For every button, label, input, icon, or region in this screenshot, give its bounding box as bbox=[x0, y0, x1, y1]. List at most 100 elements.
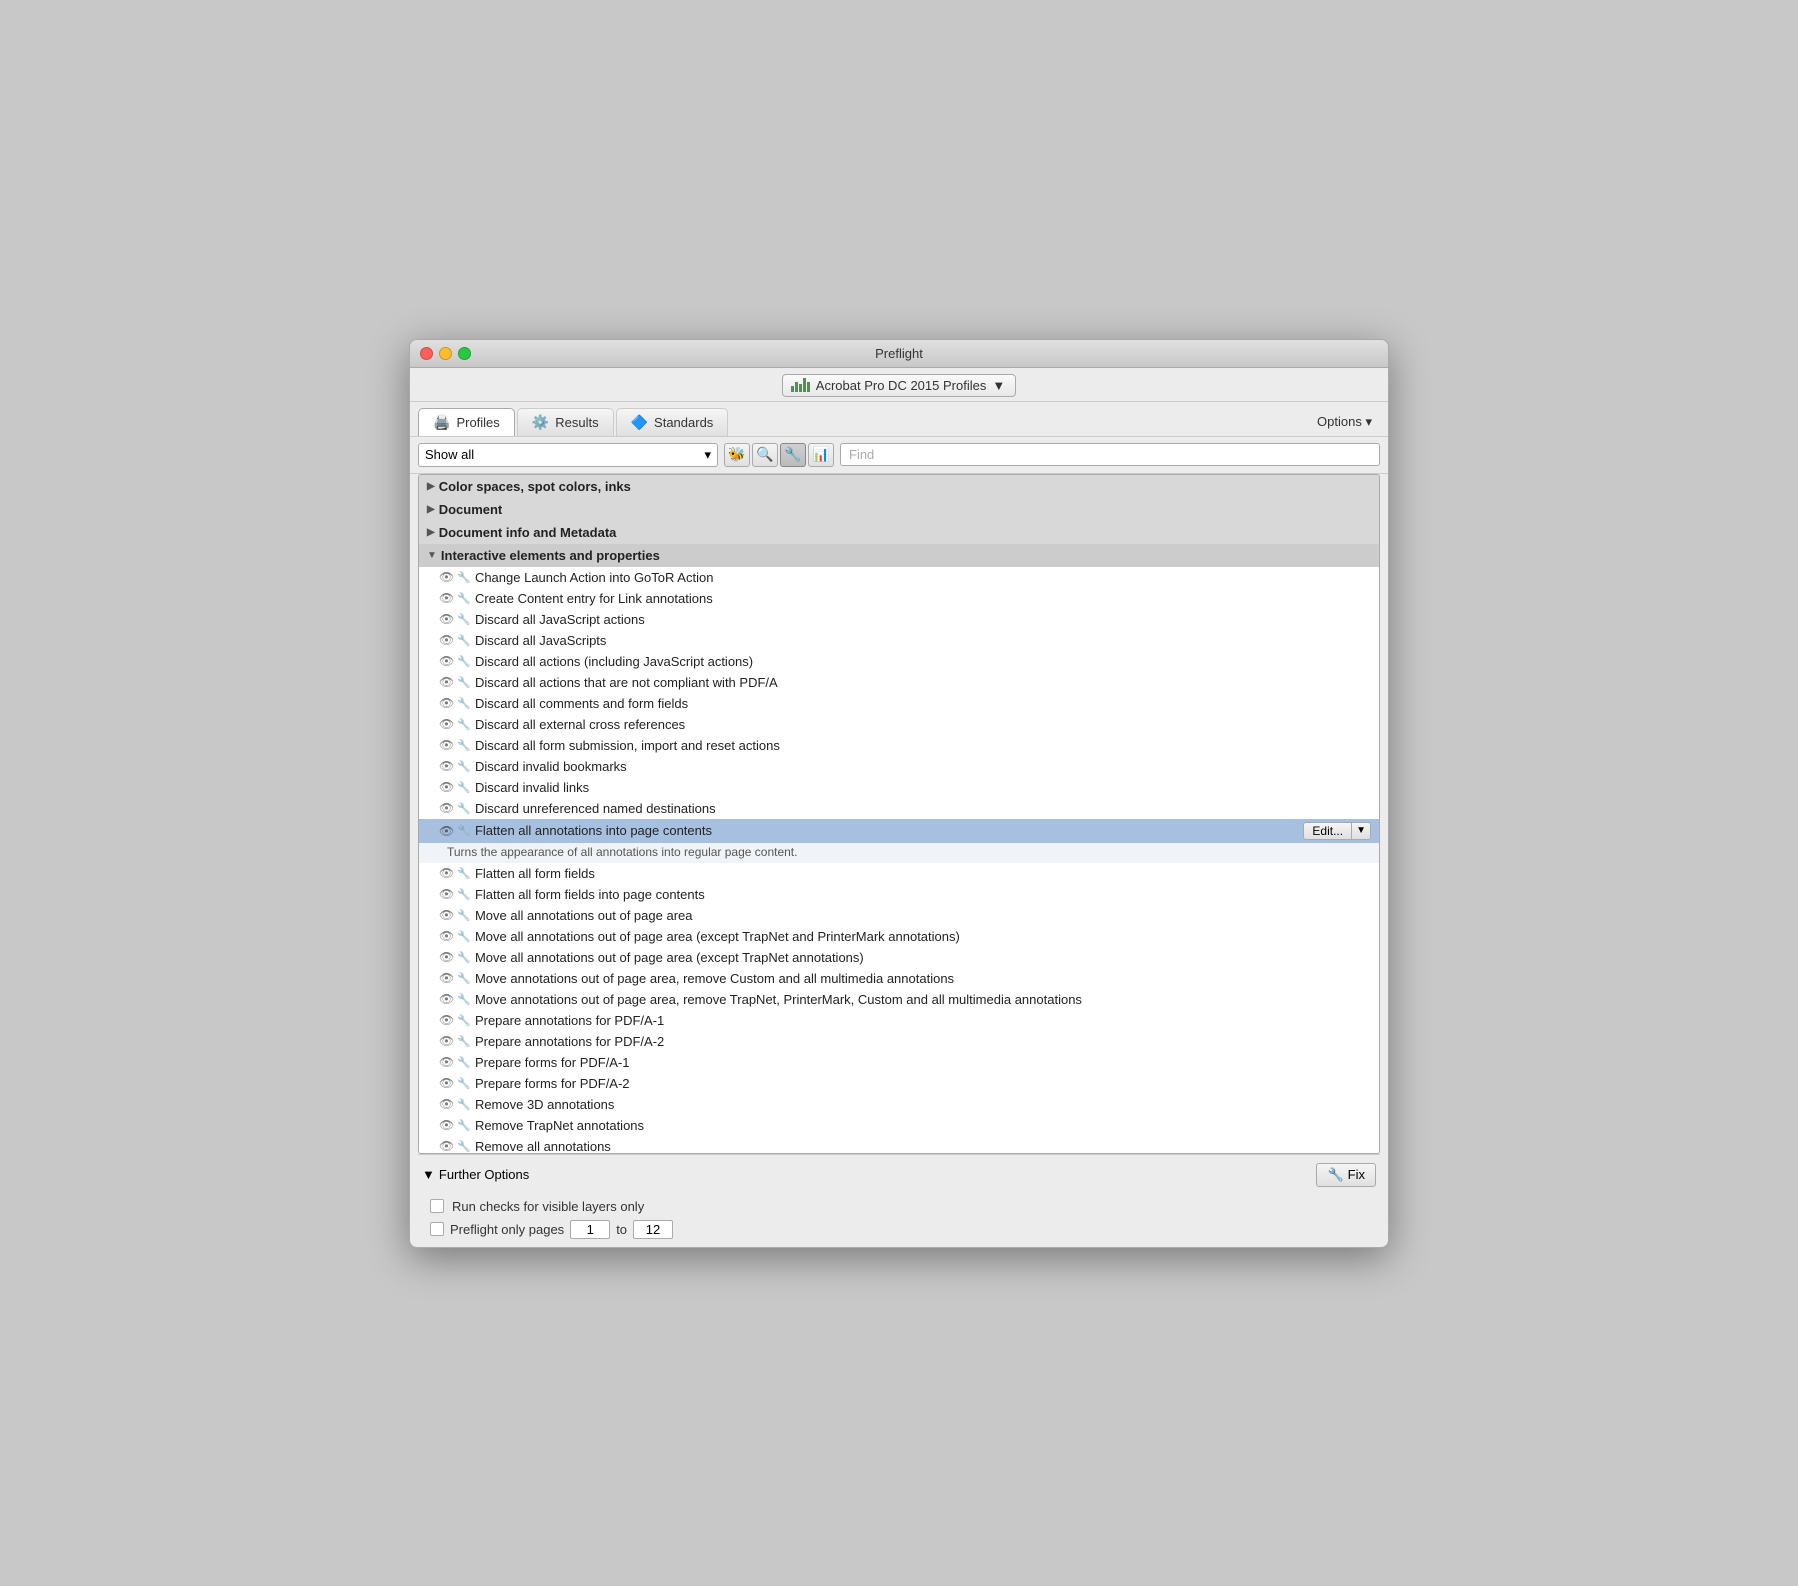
edit-dropdown-arrow[interactable]: ▼ bbox=[1352, 822, 1371, 840]
options-button[interactable]: Options ▾ bbox=[1309, 410, 1380, 434]
wrench-icon: 🔧 bbox=[457, 571, 471, 584]
further-options-toggle[interactable]: ▼ Further Options bbox=[422, 1167, 529, 1182]
chart-icon-button[interactable]: 📊 bbox=[808, 443, 834, 467]
maximize-button[interactable] bbox=[458, 347, 471, 360]
standards-icon: 🔷 bbox=[631, 414, 648, 431]
item-label: Discard unreferenced named destinations bbox=[475, 801, 716, 816]
interactive-items: 👁 🔧 Change Launch Action into GoToR Acti… bbox=[419, 567, 1379, 1154]
show-all-label: Show all bbox=[425, 447, 474, 462]
run-checks-checkbox[interactable] bbox=[430, 1199, 444, 1213]
item-label: Prepare forms for PDF/A-1 bbox=[475, 1055, 630, 1070]
wrench-icon: 🔧 bbox=[457, 909, 471, 922]
tab-results[interactable]: ⚙️ Results bbox=[517, 408, 614, 436]
wrench-icon: 🔧 bbox=[457, 634, 471, 647]
list-item[interactable]: 👁 🔧 Move annotations out of page area, r… bbox=[419, 989, 1379, 1010]
tabs-left: 🖨️ Profiles ⚙️ Results 🔷 Standards bbox=[418, 408, 728, 436]
edit-button[interactable]: Edit... bbox=[1303, 822, 1352, 840]
item-label: Discard all external cross references bbox=[475, 717, 685, 732]
minimize-button[interactable] bbox=[439, 347, 452, 360]
item-label: Move all annotations out of page area (e… bbox=[475, 950, 864, 965]
wrench-icon: 🔧 bbox=[457, 697, 471, 710]
category-interactive-label: Interactive elements and properties bbox=[441, 548, 660, 563]
list-item[interactable]: 👁 🔧 Remove all annotations bbox=[419, 1136, 1379, 1154]
eye-icon: 👁 bbox=[439, 717, 454, 731]
tab-profiles-label: Profiles bbox=[456, 415, 499, 430]
list-item[interactable]: 👁 🔧 Create Content entry for Link annota… bbox=[419, 588, 1379, 609]
list-item[interactable]: 👁 🔧 Flatten all form fields bbox=[419, 863, 1379, 884]
profile-dropdown[interactable]: Acrobat Pro DC 2015 Profiles ▼ bbox=[782, 374, 1016, 397]
eye-icon: 👁 bbox=[439, 866, 454, 880]
preflight-to-input[interactable] bbox=[633, 1220, 673, 1239]
options-label: Options ▾ bbox=[1317, 414, 1372, 430]
category-document-info[interactable]: ▶ Document info and Metadata bbox=[419, 521, 1379, 544]
wrench-icon: 🔧 bbox=[457, 824, 471, 837]
wrench-icon: 🔧 bbox=[457, 592, 471, 605]
list-item[interactable]: 👁 🔧 Discard all comments and form fields bbox=[419, 693, 1379, 714]
list-item[interactable]: 👁 🔧 Prepare forms for PDF/A-2 bbox=[419, 1073, 1379, 1094]
category-interactive[interactable]: ▼ Interactive elements and properties bbox=[419, 544, 1379, 567]
content-area[interactable]: ▶ Color spaces, spot colors, inks ▶ Docu… bbox=[418, 474, 1380, 1154]
list-item[interactable]: 👁 🔧 Discard all JavaScripts bbox=[419, 630, 1379, 651]
list-item[interactable]: 👁 🔧 Discard all actions that are not com… bbox=[419, 672, 1379, 693]
wrench-icon: 🔧 bbox=[457, 951, 471, 964]
tab-standards[interactable]: 🔷 Standards bbox=[616, 408, 729, 436]
close-button[interactable] bbox=[420, 347, 433, 360]
list-item[interactable]: 👁 🔧 Discard invalid bookmarks bbox=[419, 756, 1379, 777]
preflight-pages-checkbox[interactable] bbox=[430, 1222, 444, 1236]
item-label: Prepare annotations for PDF/A-1 bbox=[475, 1013, 664, 1028]
item-label: Remove 3D annotations bbox=[475, 1097, 614, 1112]
list-item[interactable]: 👁 🔧 Discard all external cross reference… bbox=[419, 714, 1379, 735]
wrench-icon: 🔧 bbox=[457, 655, 471, 668]
list-item[interactable]: 👁 🔧 Discard all JavaScript actions bbox=[419, 609, 1379, 630]
wrench-icon: 🔧 bbox=[457, 993, 471, 1006]
list-item[interactable]: 👁 🔧 Move all annotations out of page are… bbox=[419, 926, 1379, 947]
list-item[interactable]: 👁 🔧 Move all annotations out of page are… bbox=[419, 947, 1379, 968]
item-label: Move all annotations out of page area (e… bbox=[475, 929, 960, 944]
show-all-dropdown[interactable]: Show all ▾ bbox=[418, 443, 718, 467]
category-color-spaces[interactable]: ▶ Color spaces, spot colors, inks bbox=[419, 475, 1379, 498]
list-item-selected[interactable]: 👁 🔧 Flatten all annotations into page co… bbox=[419, 819, 1379, 843]
list-item[interactable]: 👁 🔧 Remove 3D annotations bbox=[419, 1094, 1379, 1115]
list-item[interactable]: 👁 🔧 Discard unreferenced named destinati… bbox=[419, 798, 1379, 819]
eye-icon: 👁 bbox=[439, 908, 454, 922]
list-item[interactable]: 👁 🔧 Remove TrapNet annotations bbox=[419, 1115, 1379, 1136]
fix-button[interactable]: 🔧 Fix bbox=[1316, 1163, 1376, 1187]
list-item[interactable]: 👁 🔧 Move all annotations out of page are… bbox=[419, 905, 1379, 926]
eye-icon: 👁 bbox=[439, 675, 454, 689]
list-item[interactable]: 👁 🔧 Discard all form submission, import … bbox=[419, 735, 1379, 756]
eye-icon: 👁 bbox=[439, 570, 454, 584]
edit-button-group: Edit... ▼ bbox=[1303, 822, 1371, 840]
list-item[interactable]: 👁 🔧 Flatten all form fields into page co… bbox=[419, 884, 1379, 905]
list-item[interactable]: 👁 🔧 Discard all actions (including JavaS… bbox=[419, 651, 1379, 672]
list-item[interactable]: 👁 🔧 Move annotations out of page area, r… bbox=[419, 968, 1379, 989]
find-placeholder: Find bbox=[849, 447, 874, 462]
fix-icon: 🔧 bbox=[1327, 1167, 1343, 1183]
list-item[interactable]: 👁 🔧 Prepare annotations for PDF/A-2 bbox=[419, 1031, 1379, 1052]
window-controls bbox=[420, 347, 471, 360]
category-document[interactable]: ▶ Document bbox=[419, 498, 1379, 521]
wrench-icon: 🔧 bbox=[457, 760, 471, 773]
wrench-icon-button[interactable]: 🔧 bbox=[780, 443, 806, 467]
item-label: Move annotations out of page area, remov… bbox=[475, 992, 1082, 1007]
tab-profiles[interactable]: 🖨️ Profiles bbox=[418, 408, 515, 436]
profiles-icon: 🖨️ bbox=[433, 414, 450, 431]
main-window: Preflight Acrobat Pro DC 2015 Profiles ▼… bbox=[409, 339, 1389, 1248]
wrench-icon: 🔧 bbox=[457, 972, 471, 985]
item-label: Discard all actions that are not complia… bbox=[475, 675, 778, 690]
eye-icon: 👁 bbox=[439, 887, 454, 901]
eye-icon: 👁 bbox=[439, 759, 454, 773]
preflight-from-input[interactable] bbox=[570, 1220, 610, 1239]
wrench-icon: 🔧 bbox=[457, 676, 471, 689]
list-item[interactable]: 👁 🔧 Discard invalid links bbox=[419, 777, 1379, 798]
wrench-icon: 🔧 bbox=[457, 1098, 471, 1111]
search-icon-button[interactable]: 🔍 bbox=[752, 443, 778, 467]
triangle-expanded-icon: ▼ bbox=[427, 550, 437, 561]
find-field[interactable]: Find bbox=[840, 443, 1380, 466]
bee-icon-button[interactable]: 🐝 bbox=[724, 443, 750, 467]
list-item[interactable]: 👁 🔧 Prepare annotations for PDF/A-1 bbox=[419, 1010, 1379, 1031]
list-item[interactable]: 👁 🔧 Change Launch Action into GoToR Acti… bbox=[419, 567, 1379, 588]
eye-icon: 👁 bbox=[439, 612, 454, 626]
list-item[interactable]: 👁 🔧 Prepare forms for PDF/A-1 bbox=[419, 1052, 1379, 1073]
item-label: Discard all actions (including JavaScrip… bbox=[475, 654, 753, 669]
wrench-icon: 🔧 bbox=[457, 781, 471, 794]
